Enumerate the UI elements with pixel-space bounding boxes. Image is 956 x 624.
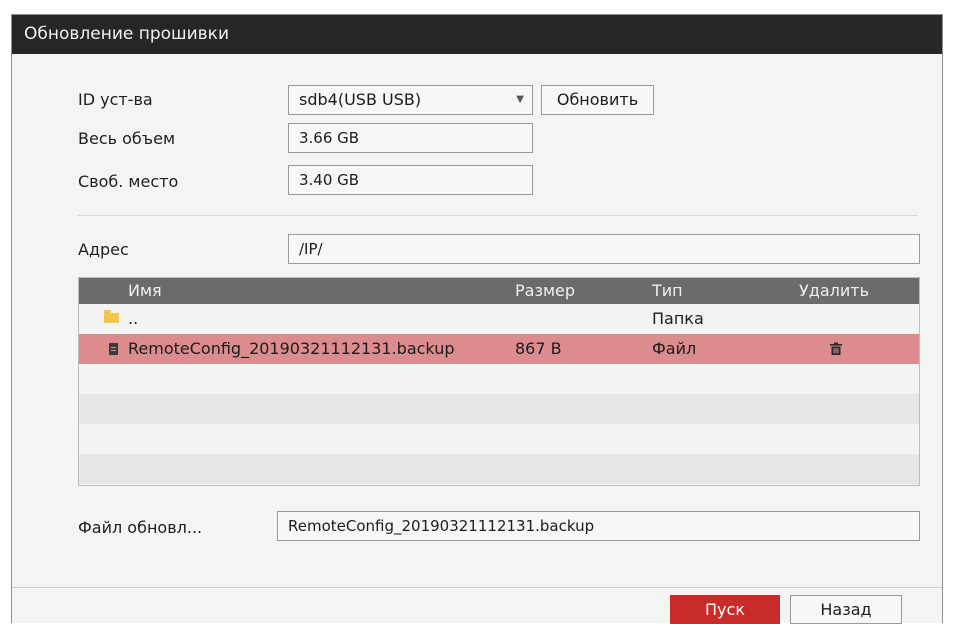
back-button[interactable]: Назад (790, 595, 902, 624)
column-size: Размер (515, 281, 576, 300)
row-size: 867 B (515, 339, 562, 358)
column-type: Тип (652, 281, 683, 300)
table-row-empty (79, 364, 919, 394)
row-name: .. (128, 309, 139, 328)
device-id-label: ID уст-ва (78, 90, 153, 109)
column-delete: Удалить (799, 281, 869, 300)
table-row-empty (79, 454, 919, 484)
start-button[interactable]: Пуск (670, 595, 780, 624)
table-row-backup-file[interactable]: RemoteConfig_20190321112131.backup 867 B… (79, 334, 919, 364)
table-header: Имя Размер Тип Удалить (79, 278, 919, 304)
total-capacity-field: 3.66 GB (288, 123, 533, 153)
update-file-label: Файл обновл... (78, 518, 203, 537)
address-field[interactable]: /IP/ (288, 234, 920, 264)
trash-icon[interactable] (829, 342, 843, 356)
row-type: Файл (652, 339, 697, 358)
file-table: Имя Размер Тип Удалить .. Папка RemoteCo… (78, 277, 920, 486)
update-file-field[interactable]: RemoteConfig_20190321112131.backup (277, 511, 920, 541)
table-row-parent-folder[interactable]: .. Папка (79, 304, 919, 334)
address-label: Адрес (78, 240, 129, 259)
dialog-title: Обновление прошивки (12, 15, 942, 54)
device-select[interactable]: sdb4(USB USB) ▼ (288, 85, 533, 115)
row-name: RemoteConfig_20190321112131.backup (128, 339, 455, 358)
column-name: Имя (128, 281, 162, 300)
section-divider (78, 215, 918, 216)
footer-divider (12, 587, 942, 588)
firmware-update-dialog: Обновление прошивки ID уст-ва sdb4(USB U… (11, 14, 943, 624)
free-space-label: Своб. место (78, 172, 179, 191)
file-icon (109, 343, 118, 355)
total-capacity-label: Весь объем (78, 129, 176, 148)
free-space-field: 3.40 GB (288, 165, 533, 195)
row-type: Папка (652, 309, 704, 328)
folder-icon (104, 310, 119, 323)
chevron-down-icon: ▼ (516, 94, 524, 105)
table-row-empty (79, 394, 919, 424)
refresh-button[interactable]: Обновить (541, 85, 654, 115)
device-select-value: sdb4(USB USB) (299, 90, 422, 109)
table-row-empty (79, 424, 919, 454)
